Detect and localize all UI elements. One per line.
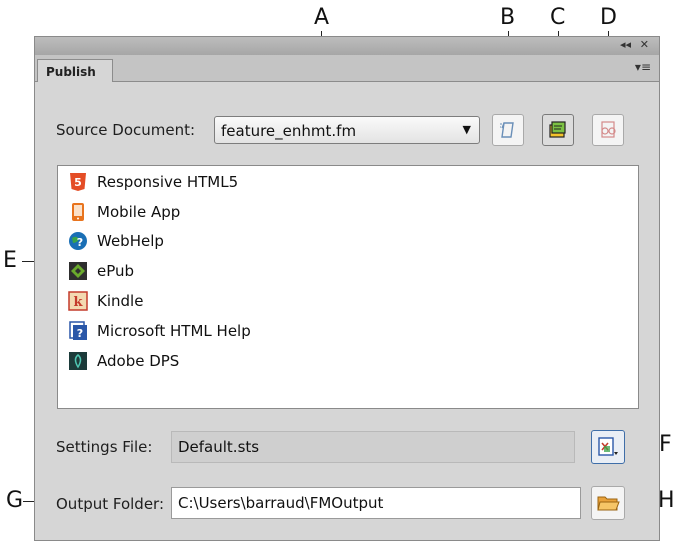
settings-file-icon (598, 437, 618, 456)
epub-icon (69, 262, 87, 280)
collapse-panel-icon[interactable]: ◂◂ (620, 38, 631, 51)
callout-g: G (6, 488, 24, 513)
folder-icon (597, 496, 620, 511)
svg-text:5: 5 (74, 176, 82, 189)
view-output-icon (601, 121, 616, 138)
toolbar-button-c[interactable] (542, 114, 574, 146)
browse-folder-button[interactable] (591, 486, 625, 520)
list-item-label: Responsive HTML5 (97, 173, 239, 191)
close-icon[interactable]: ✕ (640, 38, 649, 51)
source-document-label: Source Document: (56, 121, 196, 139)
kindle-icon: k (68, 291, 88, 311)
tab-row: Publish ▾≡ (35, 55, 659, 82)
html-help-icon: ? (69, 321, 87, 340)
mobile-app-icon (72, 203, 84, 221)
settings-file-button[interactable] (591, 430, 625, 464)
settings-file-label: Settings File: (56, 438, 153, 456)
callout-f: F (659, 432, 672, 457)
list-item-label: Kindle (97, 292, 144, 310)
tab-publish[interactable]: Publish (37, 59, 113, 82)
source-document-dropdown[interactable]: feature_enhmt.fm ▼ (214, 116, 480, 144)
adobe-dps-icon (69, 352, 87, 370)
panel-title-bar[interactable]: ◂◂ ✕ (35, 37, 659, 56)
callout-c: C (550, 5, 566, 30)
panel-menu-icon[interactable]: ▾≡ (635, 60, 651, 74)
list-item-label: Microsoft HTML Help (97, 322, 251, 340)
chevron-down-icon: ▼ (462, 123, 471, 136)
source-document-value: feature_enhmt.fm (221, 122, 357, 140)
webhelp-icon: ? (69, 232, 87, 250)
publish-panel: ◂◂ ✕ Publish ▾≡ Source Document: feature… (34, 36, 660, 541)
output-folder-input[interactable]: C:\Users\barraud\FMOutput (171, 487, 581, 519)
callout-h: H (658, 488, 675, 513)
list-item-label: ePub (97, 262, 135, 280)
svg-text:?: ? (77, 327, 83, 340)
settings-file-field: Default.sts (171, 431, 575, 463)
document-icon (500, 122, 514, 138)
callout-d: D (600, 5, 617, 30)
svg-text:k: k (73, 295, 83, 310)
list-item-label: Mobile App (97, 203, 181, 221)
toolbar-button-d[interactable] (592, 114, 624, 146)
callout-b: B (500, 5, 516, 30)
html5-icon: 5 (70, 173, 86, 191)
toolbar-button-b[interactable] (492, 114, 524, 146)
list-item-label: WebHelp (97, 232, 164, 250)
output-format-list[interactable]: 5 Responsive HTML5 Mobile App ? WebHelp (57, 165, 639, 409)
callout-a: A (314, 5, 330, 30)
svg-text:?: ? (77, 236, 83, 249)
publish-all-icon (549, 121, 566, 138)
list-item-label: Adobe DPS (97, 352, 180, 370)
output-folder-label: Output Folder: (56, 495, 165, 513)
callout-e: E (3, 248, 17, 273)
